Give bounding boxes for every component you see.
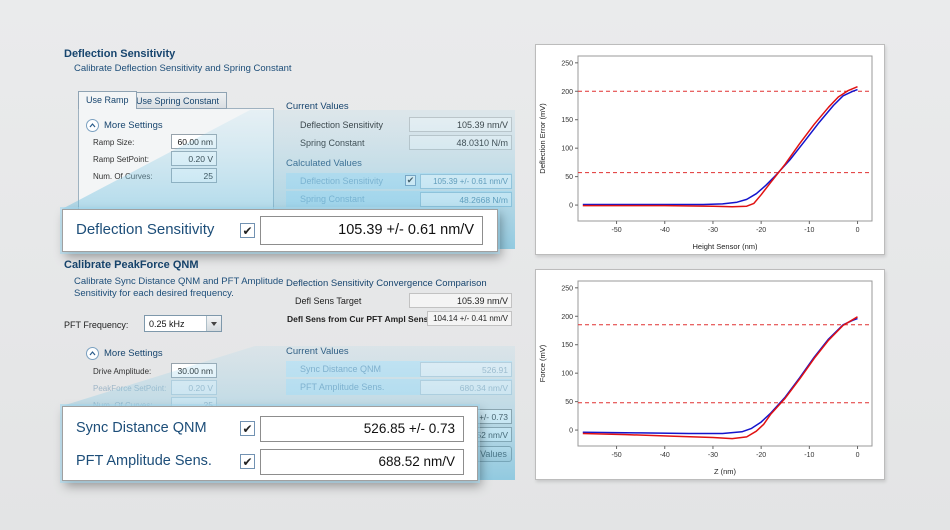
convergence-header: Deflection Sensitivity Convergence Compa…	[286, 278, 487, 289]
ramp-setpoint-input[interactable]: 0.20 V	[171, 151, 217, 166]
x-tick-label: -40	[660, 452, 670, 459]
defl-sens-from-cur-label: Defl Sens from Cur PFT Ampl Sens	[287, 314, 428, 324]
x-tick-label: -20	[756, 227, 766, 234]
pft-ampl-sens-label: PFT Amplitude Sens.	[300, 382, 384, 392]
sync-distance-label: Sync Distance QNM	[300, 364, 381, 374]
chart-canvas: 0 50 100 150 200 250 -50 -40 -30 -20 -10 0 Deflectio…	[536, 45, 884, 254]
drive-amplitude-input[interactable]: 30.00 nm	[171, 363, 217, 378]
qnm-section-title: Calibrate PeakForce QNM	[64, 259, 199, 271]
num-curves-input[interactable]: 25	[171, 168, 217, 183]
tab-use-ramp[interactable]: Use Ramp	[78, 91, 137, 109]
current-defl-sens-value: 105.39 nm/V	[409, 117, 512, 132]
ramp-size-label: Ramp Size:	[93, 138, 134, 147]
x-tick-label: -10	[804, 452, 814, 459]
callout-pft-ampl-value: 688.52 nm/V	[260, 449, 464, 475]
y-tick-label: 150	[561, 117, 573, 124]
y-tick-label: 250	[561, 60, 573, 67]
x-tick-label: 0	[856, 227, 860, 234]
x-axis-label: Height Sensor (nm)	[692, 242, 758, 251]
y-axis-label: Force (mV)	[538, 344, 547, 382]
force-curve-chart: 0 50 100 150 200 250 -50 -40 -30 -20 -10 0 Force (mV…	[535, 269, 885, 480]
x-tick-label: -30	[708, 227, 718, 234]
y-tick-label: 0	[569, 203, 573, 210]
deflection-zoom-callout: Deflection Sensitivity ✔ 105.39 +/- 0.61…	[62, 209, 498, 252]
defl-sens-from-cur-value: 104.14 +/- 0.41 nm/V	[427, 311, 512, 326]
current-defl-sens-label: Deflection Sensitivity	[300, 120, 383, 130]
pft-frequency-label: PFT Frequency:	[64, 320, 128, 330]
y-tick-label: 200	[561, 89, 573, 96]
calc-defl-sens-label: Deflection Sensitivity	[300, 176, 383, 186]
qnm-more-settings-toggle[interactable]: More Settings	[86, 347, 163, 360]
y-axis-label: Deflection Error (mV)	[538, 103, 547, 174]
y-tick-label: 50	[565, 399, 573, 406]
chart-canvas: 0 50 100 150 200 250 -50 -40 -30 -20 -10 0 Force (mV…	[536, 270, 884, 479]
x-tick-label: 0	[856, 452, 860, 459]
calc-defl-sens-checkbox[interactable]: ✔	[405, 175, 416, 186]
x-tick-label: -20	[756, 452, 766, 459]
tab-use-spring-constant[interactable]: Use Spring Constant	[128, 92, 227, 109]
calc-defl-sens-value: 105.39 +/- 0.61 nm/V	[420, 174, 512, 189]
y-tick-label: 150	[561, 342, 573, 349]
more-settings-label: More Settings	[104, 348, 163, 359]
plot-frame	[578, 56, 872, 221]
deflection-error-chart: 0 50 100 150 200 250 -50 -40 -30 -20 -10 0 Deflectio…	[535, 44, 885, 255]
peakforce-setpoint-label: PeakForce SetPoint:	[93, 384, 166, 393]
x-tick-label: -50	[611, 452, 621, 459]
more-settings-label: More Settings	[104, 120, 163, 131]
peakforce-setpoint-input: 0.20 V	[171, 380, 217, 395]
x-axis-label: Z (nm)	[714, 467, 737, 476]
ramp-setpoint-label: Ramp SetPoint:	[93, 155, 149, 164]
x-tick-label: -30	[708, 452, 718, 459]
callout-defl-sens-checkbox[interactable]: ✔	[240, 223, 255, 238]
callout-sync-distance-label: Sync Distance QNM	[76, 420, 207, 436]
y-tick-label: 100	[561, 146, 573, 153]
y-tick-label: 200	[561, 314, 573, 321]
dropdown-arrow-icon	[206, 316, 221, 331]
callout-defl-sens-label: Deflection Sensitivity	[76, 221, 214, 238]
drive-amplitude-label: Drive Amplitude:	[93, 367, 151, 376]
sync-distance-value: 526.91	[420, 362, 512, 377]
pft-ampl-sens-value: 680.34 nm/V	[420, 380, 512, 395]
ramp-size-input[interactable]: 60.00 nm	[171, 134, 217, 149]
y-tick-label: 250	[561, 285, 573, 292]
checkmark-icon: ✔	[242, 423, 252, 435]
callout-pft-ampl-label: PFT Amplitude Sens.	[76, 453, 212, 469]
y-tick-label: 50	[565, 174, 573, 181]
num-curves-label: Num. Of Curves:	[93, 172, 153, 181]
x-tick-label: -10	[804, 227, 814, 234]
checkmark-icon: ✔	[242, 456, 252, 468]
afm-calibration-screen: Deflection Sensitivity Calibrate Deflect…	[0, 0, 950, 530]
qnm-zoom-callout: Sync Distance QNM ✔ 526.85 +/- 0.73 PFT …	[62, 406, 478, 481]
collapse-chevron-icon	[86, 347, 99, 360]
callout-pft-ampl-checkbox[interactable]: ✔	[240, 454, 255, 469]
y-tick-label: 0	[569, 428, 573, 435]
callout-sync-distance-checkbox[interactable]: ✔	[240, 421, 255, 436]
calc-spring-constant-value: 48.2668 N/m	[420, 192, 512, 207]
plot-frame	[578, 281, 872, 446]
current-spring-constant-value: 48.0310 N/m	[409, 135, 512, 150]
checkmark-icon: ✔	[242, 225, 252, 237]
defl-sens-target-value: 105.39 nm/V	[409, 293, 512, 308]
deflection-more-settings-toggle[interactable]: More Settings	[86, 119, 163, 132]
deflection-section-title: Deflection Sensitivity	[64, 48, 175, 60]
x-tick-label: -40	[660, 227, 670, 234]
y-tick-label: 100	[561, 371, 573, 378]
qnm-section-subtitle: Calibrate Sync Distance QNM and PFT Ampl…	[74, 276, 314, 300]
deflection-section-subtitle: Calibrate Deflection Sensitivity and Spr…	[74, 63, 292, 74]
calculated-values-header: Calculated Values	[286, 158, 362, 169]
qnm-current-values-header: Current Values	[286, 346, 349, 357]
callout-sync-distance-value: 526.85 +/- 0.73	[260, 416, 464, 442]
pft-frequency-value: 0.25 kHz	[145, 316, 206, 331]
x-tick-label: -50	[611, 227, 621, 234]
pft-frequency-select[interactable]: 0.25 kHz	[144, 315, 222, 332]
tab-use-ramp-label: Use Ramp	[86, 95, 129, 105]
current-spring-constant-label: Spring Constant	[300, 138, 365, 148]
current-values-header: Current Values	[286, 101, 349, 112]
tab-use-spring-constant-label: Use Spring Constant	[136, 96, 219, 106]
callout-defl-sens-value: 105.39 +/- 0.61 nm/V	[260, 216, 483, 245]
defl-sens-target-label: Defl Sens Target	[295, 296, 361, 306]
collapse-chevron-icon	[86, 119, 99, 132]
checkmark-icon: ✔	[407, 176, 415, 185]
calc-spring-constant-label: Spring Constant	[300, 194, 365, 204]
